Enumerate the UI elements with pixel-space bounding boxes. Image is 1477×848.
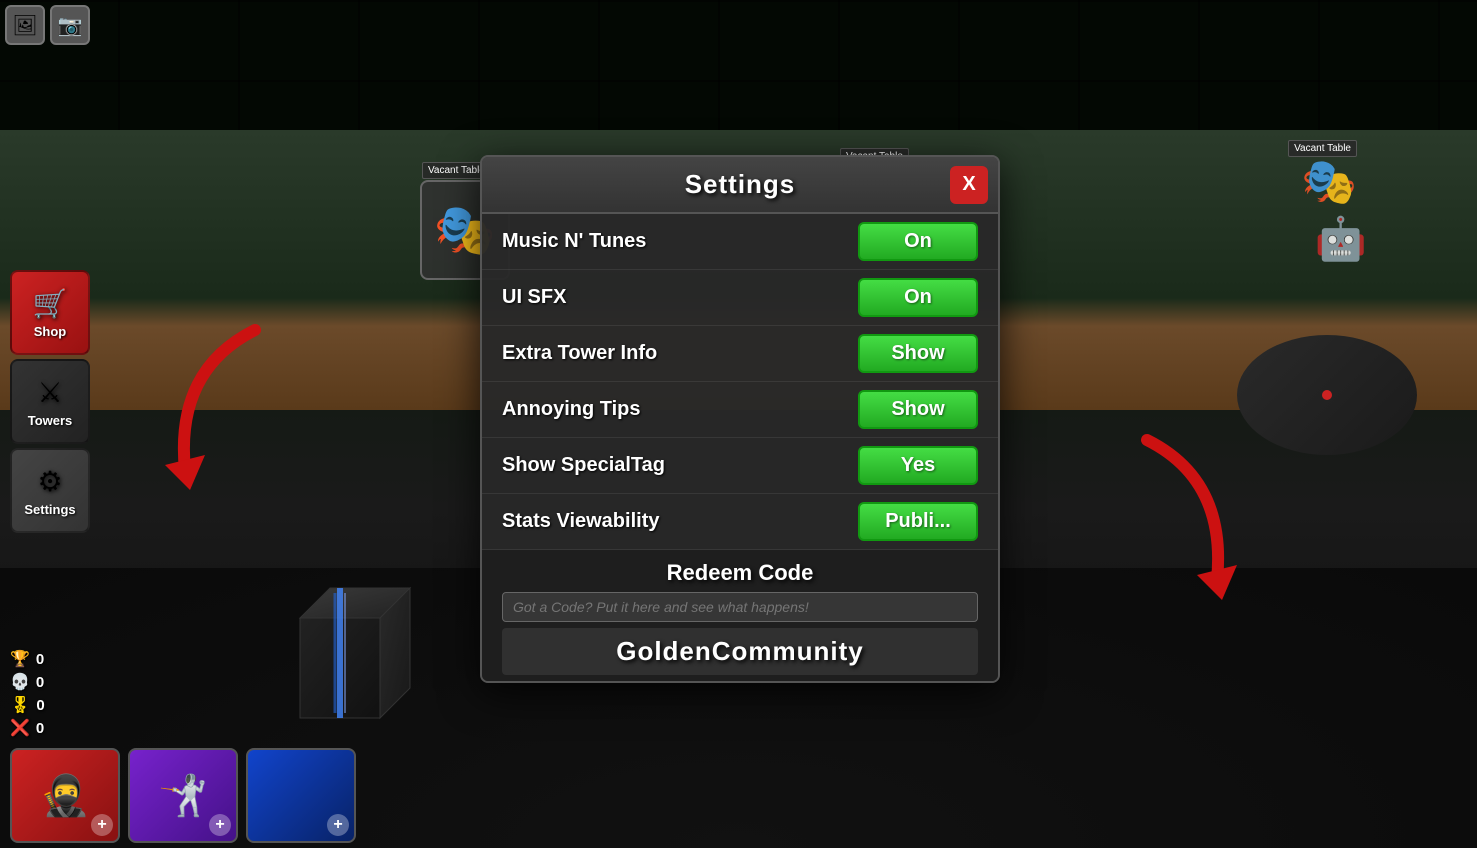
stats-viewability-label: Stats Viewability — [502, 510, 659, 533]
trophy-icon: 🏆 — [10, 649, 30, 669]
top-left-icons: 🖼 📷 — [5, 5, 90, 45]
bottom-card-2[interactable]: 🤺 + — [128, 748, 238, 843]
modal-title: Settings — [685, 169, 796, 200]
redeem-section: Redeem Code GoldenCommunity — [482, 550, 998, 681]
setting-row-sfx: UI SFX On — [482, 270, 998, 326]
sidebar-shop-button[interactable]: 🛒 Shop — [10, 270, 90, 355]
settings-label: Settings — [24, 502, 75, 517]
stat-medal: 🎖 0 — [10, 695, 45, 715]
setting-row-tower-info: Extra Tower Info Show — [482, 326, 998, 382]
right-table — [1237, 335, 1417, 455]
icon-1: 🖼 — [5, 5, 45, 45]
setting-row-music: Music N' Tunes On — [482, 214, 998, 270]
modal-header: Settings X — [482, 157, 998, 214]
special-tag-label: Show SpecialTag — [502, 454, 665, 477]
sidebar-towers-button[interactable]: ⚔ Towers — [10, 359, 90, 444]
modal-body: Music N' Tunes On UI SFX On Extra Tower … — [482, 214, 998, 681]
bottom-card-1[interactable]: 🥷 + — [10, 748, 120, 843]
music-toggle-button[interactable]: On — [858, 222, 978, 261]
add-card-1[interactable]: + — [91, 814, 113, 836]
stat-x: ❌ 0 — [10, 718, 45, 738]
redeem-input[interactable] — [502, 592, 978, 622]
special-tag-toggle-button[interactable]: Yes — [858, 446, 978, 485]
right-avatar-1: 🎭 — [1301, 155, 1357, 208]
redeem-code-display: GoldenCommunity — [502, 628, 978, 675]
annoying-tips-toggle-button[interactable]: Show — [858, 390, 978, 429]
right-avatar-2: 🤖 — [1315, 215, 1367, 264]
setting-row-annoying-tips: Annoying Tips Show — [482, 382, 998, 438]
tower-info-toggle-button[interactable]: Show — [858, 334, 978, 373]
music-label: Music N' Tunes — [502, 230, 646, 253]
settings-modal: Settings X Music N' Tunes On UI SFX On E… — [480, 155, 1000, 683]
settings-icon: ⚙ — [37, 465, 62, 498]
modal-close-button[interactable]: X — [950, 166, 988, 204]
tower-info-label: Extra Tower Info — [502, 342, 657, 365]
bottom-card-3[interactable]: + — [246, 748, 356, 843]
bottom-cards: 🥷 + 🤺 + + — [10, 748, 356, 843]
add-card-2[interactable]: + — [209, 814, 231, 836]
bottom-stats: 🏆 0 💀 0 🎖 0 ❌ 0 — [10, 649, 45, 738]
add-card-3[interactable]: + — [327, 814, 349, 836]
redeem-title: Redeem Code — [502, 560, 978, 586]
medal-icon: 🎖 — [10, 695, 30, 715]
stat-trophy: 🏆 0 — [10, 649, 45, 669]
stat-skull: 💀 0 — [10, 672, 45, 692]
sfx-toggle-button[interactable]: On — [858, 278, 978, 317]
icon-2: 📷 — [50, 5, 90, 45]
annoying-tips-label: Annoying Tips — [502, 398, 641, 421]
shop-label: Shop — [34, 324, 67, 339]
towers-label: Towers — [28, 413, 73, 428]
setting-row-special-tag: Show SpecialTag Yes — [482, 438, 998, 494]
setting-row-stats-viewability: Stats Viewability Publi... — [482, 494, 998, 550]
x-icon: ❌ — [10, 718, 30, 738]
stats-viewability-toggle-button[interactable]: Publi... — [858, 502, 978, 541]
sidebar: 🛒 Shop ⚔ Towers ⚙ Settings — [10, 270, 90, 533]
3d-cube — [240, 538, 440, 758]
towers-icon: ⚔ — [37, 376, 62, 409]
shop-icon: 🛒 — [33, 287, 68, 320]
sidebar-settings-button[interactable]: ⚙ Settings — [10, 448, 90, 533]
skull-icon: 💀 — [10, 672, 30, 692]
sfx-label: UI SFX — [502, 286, 566, 309]
redeem-code-text: GoldenCommunity — [616, 636, 864, 666]
